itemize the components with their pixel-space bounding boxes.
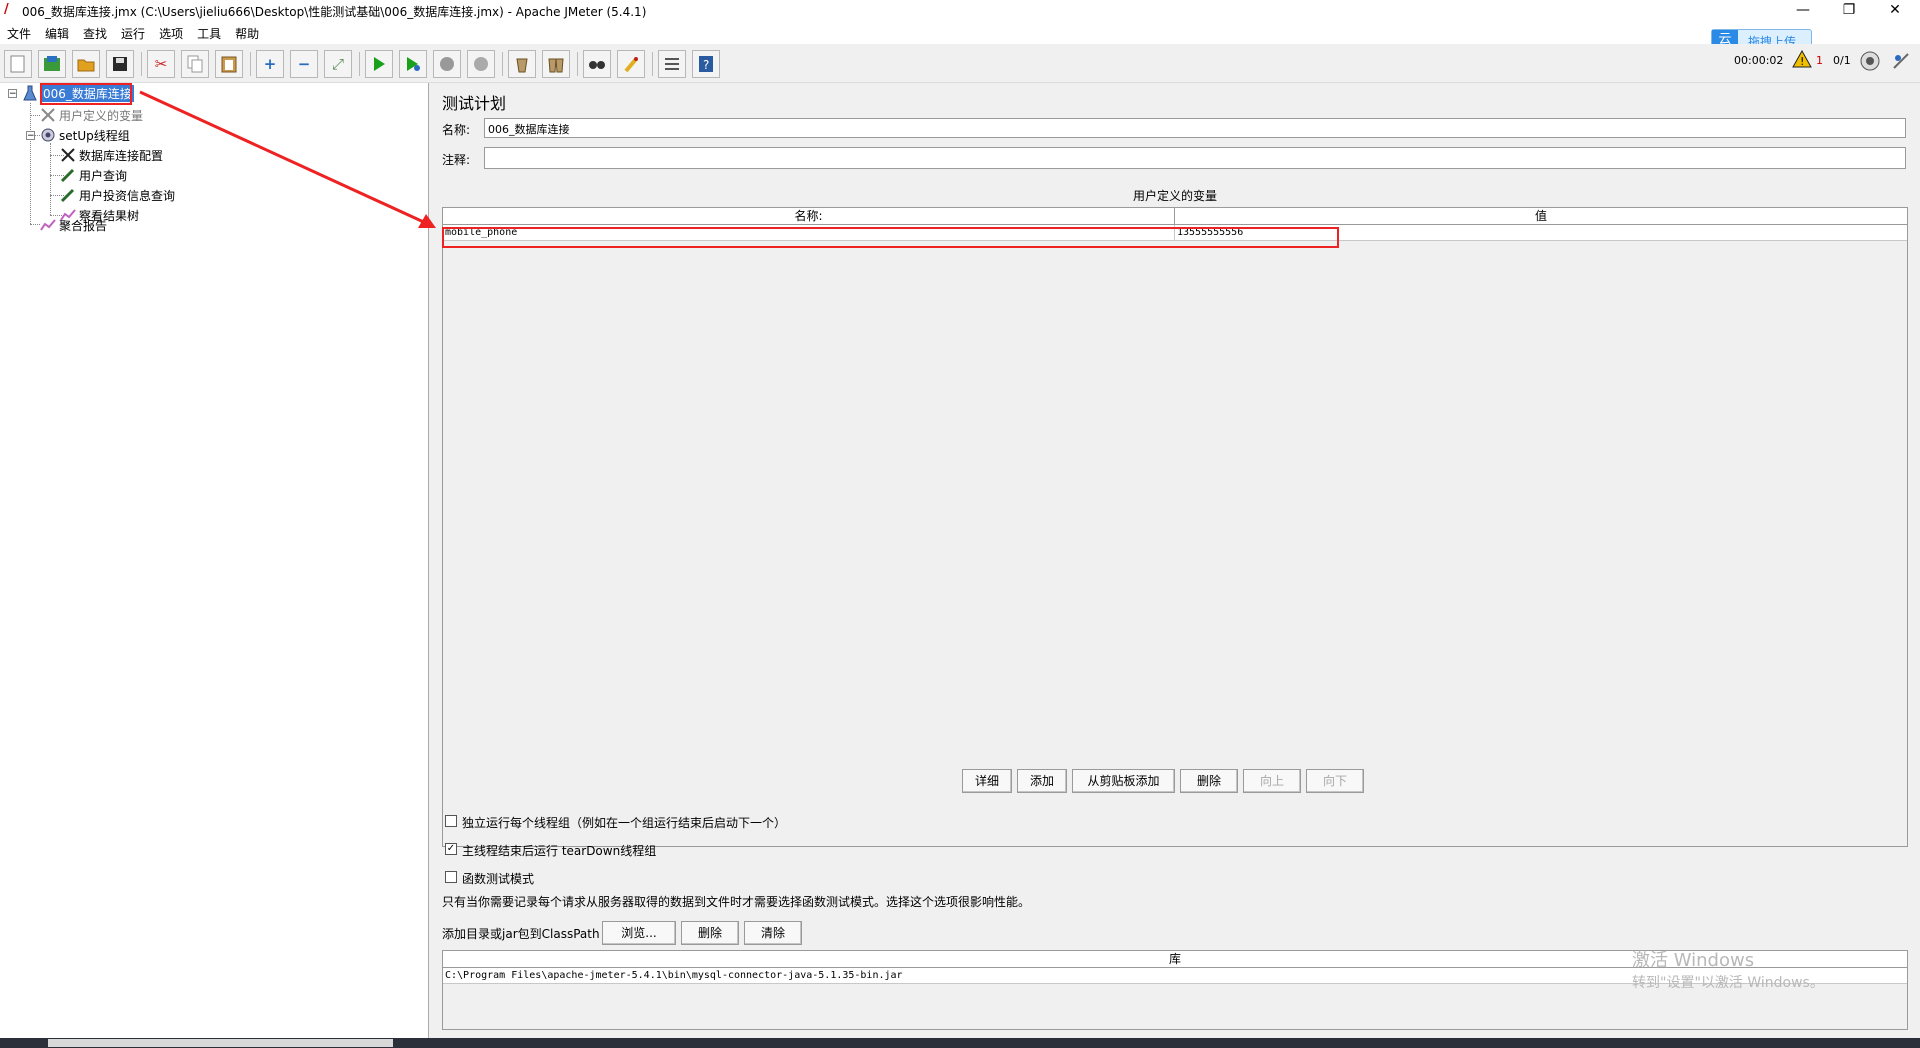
horizontal-scrollbar[interactable]: [48, 1039, 393, 1047]
annotation-arrow: [139, 90, 436, 228]
activation-watermark-title: 激活 Windows: [1632, 950, 1755, 971]
activation-watermark-text: 转到"设置"以激活 Windows。: [1632, 975, 1824, 991]
